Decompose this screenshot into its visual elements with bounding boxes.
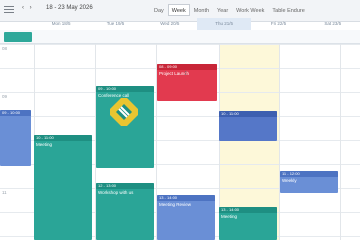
event-time: 10 - 11:00 <box>219 111 277 117</box>
view-week-button[interactable]: Week <box>167 4 190 16</box>
time-label: 11 <box>2 190 7 195</box>
calendar-event[interactable]: 11 - 12:00 Weekly <box>280 171 338 193</box>
calendar-event[interactable]: 13 - 14:00 Meeting <box>219 207 277 240</box>
calendar-event[interactable]: 13 - 14:00 Meeting Review <box>157 195 215 240</box>
day-header[interactable]: Fri 22/5 <box>251 18 305 30</box>
time-grid[interactable]: 08 09 10 11 09 - 10:00 10 - 11:00 Meetin… <box>0 44 360 240</box>
view-day-button[interactable]: Day <box>150 4 168 16</box>
event-time: 09 - 10:00 <box>0 110 31 116</box>
time-label: 08 <box>2 46 8 51</box>
view-year-button[interactable]: Year <box>213 4 232 16</box>
next-week-button[interactable]: › <box>30 5 32 11</box>
day-header[interactable]: Tue 19/5 <box>88 18 142 30</box>
previous-week-button[interactable]: ‹ <box>22 5 24 11</box>
calendar-event[interactable]: 09 - 10:00 <box>0 110 31 166</box>
all-day-event[interactable] <box>4 32 32 42</box>
move-cursor-icon: ↕ <box>184 70 188 77</box>
view-table-button[interactable]: Table Endure <box>268 4 308 16</box>
event-title: Meeting <box>221 214 238 219</box>
hamburger-menu-icon[interactable] <box>4 6 14 14</box>
calendar-event[interactable]: 10 - 11:00 <box>219 111 277 141</box>
date-navigation: ‹ › <box>22 5 36 11</box>
day-header[interactable]: Wed 20/5 <box>143 18 197 30</box>
event-title: Workshop with us <box>98 190 134 195</box>
view-work-week-button[interactable]: Work Week <box>232 4 268 16</box>
calendar-event[interactable]: 12 - 13:00 Workshop with us <box>96 183 154 240</box>
day-header-row: Mon 18/5 Tue 19/5 Wed 20/5 Thu 21/5 Fri … <box>0 18 360 30</box>
event-title: Meeting <box>36 142 53 147</box>
calendar-event[interactable]: 10 - 11:00 Meeting <box>34 135 92 240</box>
event-title: Weekly <box>282 178 297 183</box>
view-month-button[interactable]: Month <box>190 4 213 16</box>
calendar-event[interactable]: 09 - 10:00 Conference call <box>96 86 154 168</box>
app-logo-icon <box>110 98 138 126</box>
all-day-row[interactable] <box>0 30 360 44</box>
day-header-today[interactable]: Thu 21/5 <box>196 18 252 30</box>
event-title: Meeting Review <box>159 202 192 207</box>
day-header[interactable]: Sat 23/5 <box>306 18 360 30</box>
date-range-label: 18 - 23 May 2026 <box>46 5 93 11</box>
day-header[interactable]: Mon 18/5 <box>34 18 88 30</box>
view-switcher: Day Week Month Year Work Week Table Endu… <box>150 4 309 16</box>
time-label: 09 <box>2 94 8 99</box>
